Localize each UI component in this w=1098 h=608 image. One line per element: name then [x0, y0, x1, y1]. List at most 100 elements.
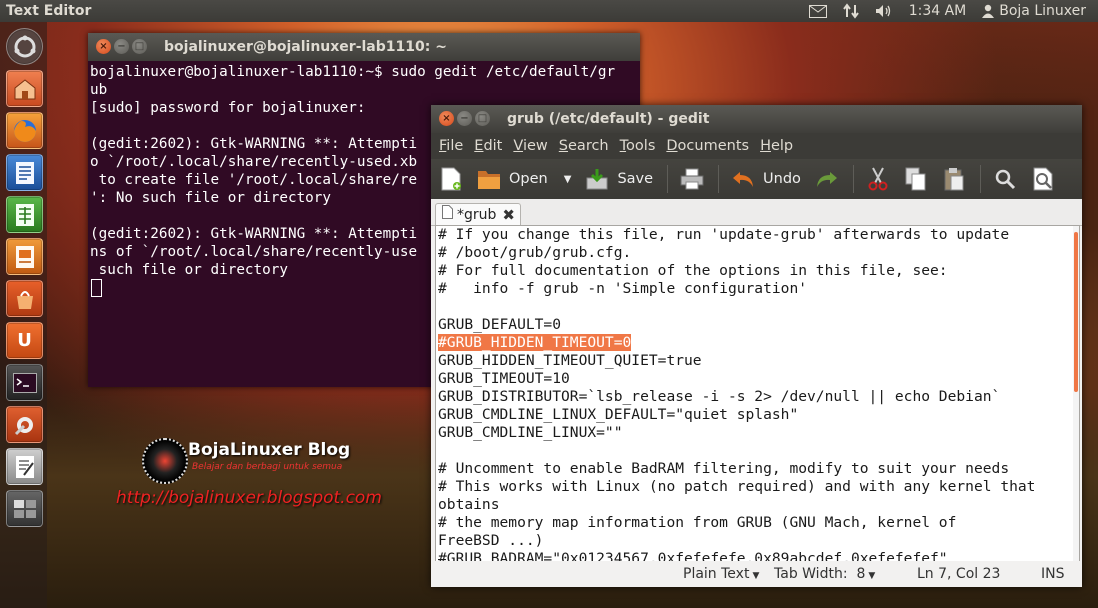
- terminal-line: ns of `/root/.local/share/recently-use: [90, 244, 418, 260]
- redo-icon: [815, 167, 839, 191]
- impress-icon[interactable]: [6, 238, 43, 275]
- menu-file[interactable]: File: [436, 138, 466, 154]
- menubar: File Edit View Search Tools Documents He…: [431, 133, 1082, 159]
- gedit-window[interactable]: × − □ grub (/etc/default) - gedit File E…: [431, 105, 1082, 587]
- mail-icon[interactable]: [808, 4, 827, 18]
- active-app-title: Text Editor: [6, 3, 92, 19]
- writer-icon[interactable]: [6, 154, 43, 191]
- editor-line: # Uncomment to enable BadRAM filtering, …: [438, 460, 1010, 477]
- toolbar: Open ▼ Save Undo: [431, 159, 1082, 199]
- tab-width-selector[interactable]: Tab Width: 8 ▼: [774, 561, 875, 589]
- menu-edit[interactable]: Edit: [471, 138, 505, 154]
- network-icon[interactable]: [842, 3, 859, 19]
- user-menu[interactable]: Boja Linuxer: [982, 0, 1086, 22]
- editor-line: # If you change this file, run 'update-g…: [438, 226, 1010, 243]
- terminal-title: bojalinuxer@bojalinuxer-lab1110: ~: [164, 39, 447, 55]
- blog-url: http://bojalinuxer.blogspot.com: [116, 488, 382, 508]
- save-button[interactable]: Save: [585, 167, 653, 191]
- terminal-line: to create file '/root/.local/share/re: [90, 172, 418, 188]
- terminal-cursor: [91, 279, 102, 297]
- workspace-switcher-icon[interactable]: [6, 490, 43, 527]
- top-panel: Text Editor 1:34 AM Boja Linuxer: [0, 0, 1098, 22]
- menu-help[interactable]: Help: [757, 138, 796, 154]
- copy-icon: [904, 167, 928, 191]
- volume-icon[interactable]: [875, 4, 893, 18]
- toolbar-separator: [852, 165, 854, 193]
- ubuntu-one-icon[interactable]: U: [6, 322, 43, 359]
- blog-watermark: BojaLinuxer Blog Belajar dan berbagi unt…: [116, 436, 432, 516]
- statusbar: Plain Text ▼ Tab Width: 8 ▼ Ln 7, Col 23 I…: [431, 561, 1082, 587]
- editor-line: GRUB_CMDLINE_LINUX_DEFAULT="quiet splash…: [438, 406, 799, 423]
- text-editor-area[interactable]: # If you change this file, run 'update-g…: [435, 225, 1080, 563]
- insert-mode: INS: [1041, 566, 1065, 582]
- language-selector[interactable]: Plain Text ▼: [683, 561, 759, 589]
- find-button[interactable]: [993, 167, 1017, 191]
- terminal-line: [sudo] password for bojalinuxer:: [90, 100, 366, 116]
- minimize-icon[interactable]: −: [457, 111, 472, 126]
- paste-button[interactable]: [942, 167, 966, 191]
- terminal-line: o `/root/.local/share/recently-used.xb: [90, 154, 418, 170]
- close-icon[interactable]: ×: [96, 39, 111, 54]
- menu-tools[interactable]: Tools: [617, 138, 659, 154]
- clock[interactable]: 1:34 AM: [909, 0, 967, 22]
- launcher: U: [0, 22, 47, 608]
- scrollbar-thumb[interactable]: [1074, 232, 1078, 392]
- calc-icon[interactable]: [6, 196, 43, 233]
- software-center-icon[interactable]: [6, 280, 43, 317]
- editor-line: # For full documentation of the options …: [438, 262, 948, 279]
- gedit-titlebar[interactable]: × − □ grub (/etc/default) - gedit: [431, 105, 1082, 133]
- terminal-line: ub: [90, 82, 108, 98]
- blog-tagline: Belajar dan berbagi untuk semua: [192, 462, 343, 472]
- editor-line: GRUB_TIMEOUT=10: [438, 370, 570, 387]
- gedit-title: grub (/etc/default) - gedit: [507, 111, 710, 127]
- open-button[interactable]: Open ▼: [477, 167, 571, 191]
- terminal-line: (gedit:2602): Gtk-WARNING **: Attempti: [90, 136, 418, 152]
- dash-home-icon[interactable]: [6, 28, 43, 65]
- maximize-icon[interactable]: □: [132, 39, 147, 54]
- chevron-down-icon: ▼: [868, 571, 876, 581]
- close-icon[interactable]: ×: [439, 111, 454, 126]
- menu-view[interactable]: View: [510, 138, 550, 154]
- blog-name: BojaLinuxer Blog: [188, 440, 351, 460]
- vertical-scrollbar[interactable]: [1073, 226, 1079, 562]
- editor-line: # the memory map information from GRUB (…: [438, 514, 957, 531]
- editor-line: GRUB_DISTRIBUTOR=`lsb_release -i -s 2> /…: [438, 388, 1001, 405]
- toolbar-separator: [979, 165, 981, 193]
- editor-line: GRUB_DEFAULT=0: [438, 316, 562, 333]
- home-folder-icon[interactable]: [6, 70, 43, 107]
- print-button[interactable]: [680, 167, 704, 191]
- editor-line: GRUB_HIDDEN_TIMEOUT_QUIET=true: [438, 352, 702, 369]
- scissors-icon: [866, 167, 890, 191]
- printer-icon: [680, 167, 704, 191]
- document-icon: [442, 204, 453, 226]
- close-tab-icon[interactable]: ✖: [502, 204, 515, 226]
- undo-icon: [731, 167, 755, 191]
- copy-button[interactable]: [904, 167, 928, 191]
- terminal-line: ': No such file or directory: [90, 190, 332, 206]
- maximize-icon[interactable]: □: [475, 111, 490, 126]
- replace-button[interactable]: [1031, 167, 1055, 191]
- terminal-icon[interactable]: [6, 364, 43, 401]
- new-button[interactable]: [439, 167, 463, 191]
- chevron-down-icon: ▼: [752, 571, 760, 581]
- menu-search[interactable]: Search: [556, 138, 612, 154]
- editor-line: GRUB_CMDLINE_LINUX="": [438, 424, 623, 441]
- text-editor-icon[interactable]: [6, 448, 43, 485]
- system-tray: 1:34 AM Boja Linuxer: [808, 0, 1086, 22]
- tab-grub[interactable]: *grub ✖: [435, 203, 521, 226]
- new-document-icon: [439, 167, 463, 191]
- minimize-icon[interactable]: −: [114, 39, 129, 54]
- save-icon: [585, 167, 609, 191]
- menu-documents[interactable]: Documents: [663, 138, 752, 154]
- cut-button[interactable]: [866, 167, 890, 191]
- terminal-titlebar[interactable]: × − □ bojalinuxer@bojalinuxer-lab1110: ~: [88, 33, 640, 61]
- chevron-down-icon[interactable]: ▼: [564, 174, 572, 185]
- system-settings-icon[interactable]: [6, 406, 43, 443]
- redo-button[interactable]: [815, 167, 839, 191]
- firefox-icon[interactable]: [6, 112, 43, 149]
- editor-line: obtains: [438, 496, 500, 513]
- undo-button[interactable]: Undo: [731, 167, 801, 191]
- blog-logo-icon: [142, 438, 188, 484]
